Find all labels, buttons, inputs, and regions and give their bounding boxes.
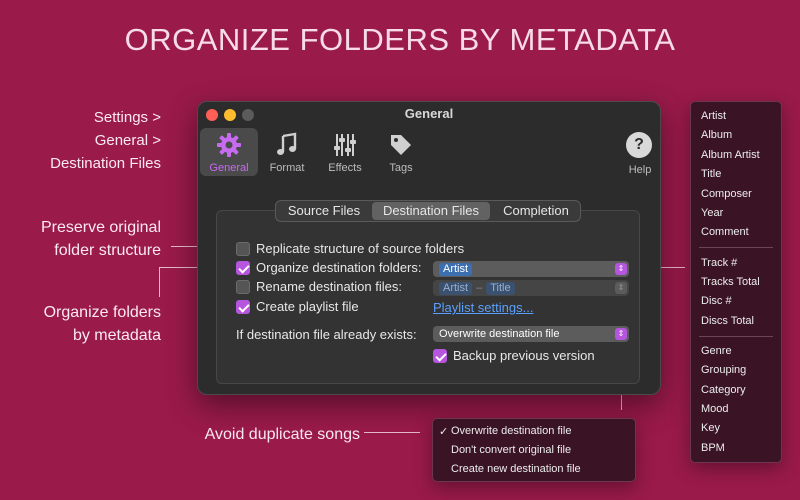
close-window-button[interactable] xyxy=(206,109,218,121)
checkmark-icon: ✓ xyxy=(439,426,449,438)
exists-label: If destination file already exists: xyxy=(236,327,417,342)
music-note-icon xyxy=(258,132,316,158)
organize-folders-row: Organize destination folders: xyxy=(236,260,436,278)
rename-files-popup[interactable]: Artist – Title ⇕ xyxy=(433,280,629,296)
toolbar-tags-label: Tags xyxy=(389,162,413,174)
page-headline: ORGANIZE FOLDERS BY METADATA xyxy=(124,22,676,57)
tab-segmented-control: Source Files Destination Files Completio… xyxy=(275,200,581,222)
metadata-menu: Artist Album Album Artist Title Composer… xyxy=(690,101,782,463)
settings-toolbar: General Format Effects Tags xyxy=(198,126,660,178)
annotation-path-line-2: General > xyxy=(94,132,161,149)
tag-icon xyxy=(372,132,430,158)
dropdown-item-dont-convert[interactable]: Don't convert original file xyxy=(451,444,571,456)
toolbar-general-button[interactable]: General xyxy=(200,128,258,176)
chevron-updown-icon: ⇕ xyxy=(615,328,627,340)
metadata-item-tracks-total[interactable]: Tracks Total xyxy=(701,276,760,288)
rename-token-artist: Artist xyxy=(439,282,473,295)
metadata-item-key[interactable]: Key xyxy=(701,422,720,434)
replicate-structure-row: Replicate structure of source folders xyxy=(236,241,616,259)
backup-row: Backup previous version xyxy=(433,348,633,366)
organize-folders-checkbox[interactable] xyxy=(236,261,250,275)
metadata-item-grouping[interactable]: Grouping xyxy=(701,364,746,376)
replicate-structure-checkbox[interactable] xyxy=(236,242,250,256)
exists-popup-value: Overwrite destination file xyxy=(439,328,560,340)
rename-files-label: Rename destination files: xyxy=(256,279,402,294)
metadata-item-year[interactable]: Year xyxy=(701,207,723,219)
callout-line-duplicate xyxy=(364,432,420,433)
toolbar-format-label: Format xyxy=(269,162,305,174)
exists-row: If destination file already exists: xyxy=(236,327,432,345)
metadata-item-category[interactable]: Category xyxy=(701,384,746,396)
tab-completion[interactable]: Completion xyxy=(492,202,580,220)
zoom-window-button[interactable] xyxy=(242,109,254,121)
tab-destination-files[interactable]: Destination Files xyxy=(372,202,490,220)
minimize-window-button[interactable] xyxy=(224,109,236,121)
organize-token-artist: Artist xyxy=(439,263,473,276)
toolbar-effects-button[interactable]: Effects xyxy=(316,128,374,176)
dropdown-item-create-new[interactable]: Create new destination file xyxy=(451,463,581,475)
exists-popup[interactable]: Overwrite destination file ⇕ xyxy=(433,326,629,342)
toolbar-effects-label: Effects xyxy=(328,162,362,174)
annotation-organize-line-1: Organize folders xyxy=(43,304,161,321)
backup-label: Backup previous version xyxy=(453,348,595,363)
callout-line-organize-v xyxy=(159,267,160,297)
backup-checkbox[interactable] xyxy=(433,349,447,363)
rename-token-title: Title xyxy=(486,282,515,295)
chevron-updown-icon: ⇕ xyxy=(615,263,627,275)
annotation-organize-line-2: by metadata xyxy=(72,327,161,344)
metadata-item-discs-total[interactable]: Discs Total xyxy=(701,315,754,327)
metadata-item-album[interactable]: Album xyxy=(701,129,732,141)
metadata-item-mood[interactable]: Mood xyxy=(701,403,729,415)
annotation-preserve-line-2: folder structure xyxy=(54,242,161,259)
chevron-updown-icon: ⇕ xyxy=(615,282,627,294)
toolbar-tags-button[interactable]: Tags xyxy=(372,128,430,176)
gear-icon xyxy=(200,132,258,158)
rename-token-separator: – xyxy=(476,282,483,294)
metadata-item-composer[interactable]: Composer xyxy=(701,188,752,200)
playlist-settings-link[interactable]: Playlist settings... xyxy=(433,300,533,315)
rename-files-checkbox[interactable] xyxy=(236,280,250,294)
organize-folders-popup[interactable]: Artist ⇕ xyxy=(433,261,629,277)
annotation-path-line-3: Destination Files xyxy=(50,155,161,172)
metadata-separator xyxy=(699,336,773,337)
toolbar-format-button[interactable]: Format xyxy=(258,128,316,176)
annotation-settings-path: Settings > General > Destination Files xyxy=(40,106,161,175)
metadata-item-bpm[interactable]: BPM xyxy=(701,442,725,454)
sliders-icon xyxy=(316,132,374,158)
replicate-structure-label: Replicate structure of source folders xyxy=(256,241,465,256)
rename-files-row: Rename destination files: xyxy=(236,279,436,297)
playlist-checkbox[interactable] xyxy=(236,300,250,314)
metadata-item-album-artist[interactable]: Album Artist xyxy=(701,149,760,161)
help-button[interactable]: ? xyxy=(626,132,652,158)
metadata-item-disc[interactable]: Disc # xyxy=(701,295,732,307)
metadata-item-artist[interactable]: Artist xyxy=(701,110,726,122)
playlist-row: Create playlist file xyxy=(236,299,426,317)
window-title: General xyxy=(404,106,454,121)
metadata-item-track[interactable]: Track # xyxy=(701,257,737,269)
annotation-duplicate: Avoid duplicate songs xyxy=(204,426,360,443)
exists-dropdown-menu: ✓ Overwrite destination file Don't conve… xyxy=(432,418,636,482)
metadata-item-comment[interactable]: Comment xyxy=(701,226,749,238)
organize-folders-label: Organize destination folders: xyxy=(256,260,422,275)
annotation-preserve: Preserve original folder structure xyxy=(20,216,161,262)
toolbar-general-label: General xyxy=(209,162,249,174)
metadata-separator xyxy=(699,247,773,248)
tab-source-files[interactable]: Source Files xyxy=(278,202,370,220)
metadata-item-genre[interactable]: Genre xyxy=(701,345,732,357)
dropdown-item-overwrite[interactable]: Overwrite destination file xyxy=(451,425,571,437)
annotation-organize: Organize folders by metadata xyxy=(20,301,161,347)
playlist-label: Create playlist file xyxy=(256,299,359,314)
help-label: Help xyxy=(628,164,652,176)
annotation-preserve-line-1: Preserve original xyxy=(40,219,161,236)
settings-window: General General Format Effects Tags ? He… xyxy=(197,101,661,395)
metadata-item-title[interactable]: Title xyxy=(701,168,721,180)
annotation-path-line-1: Settings > xyxy=(93,109,161,126)
